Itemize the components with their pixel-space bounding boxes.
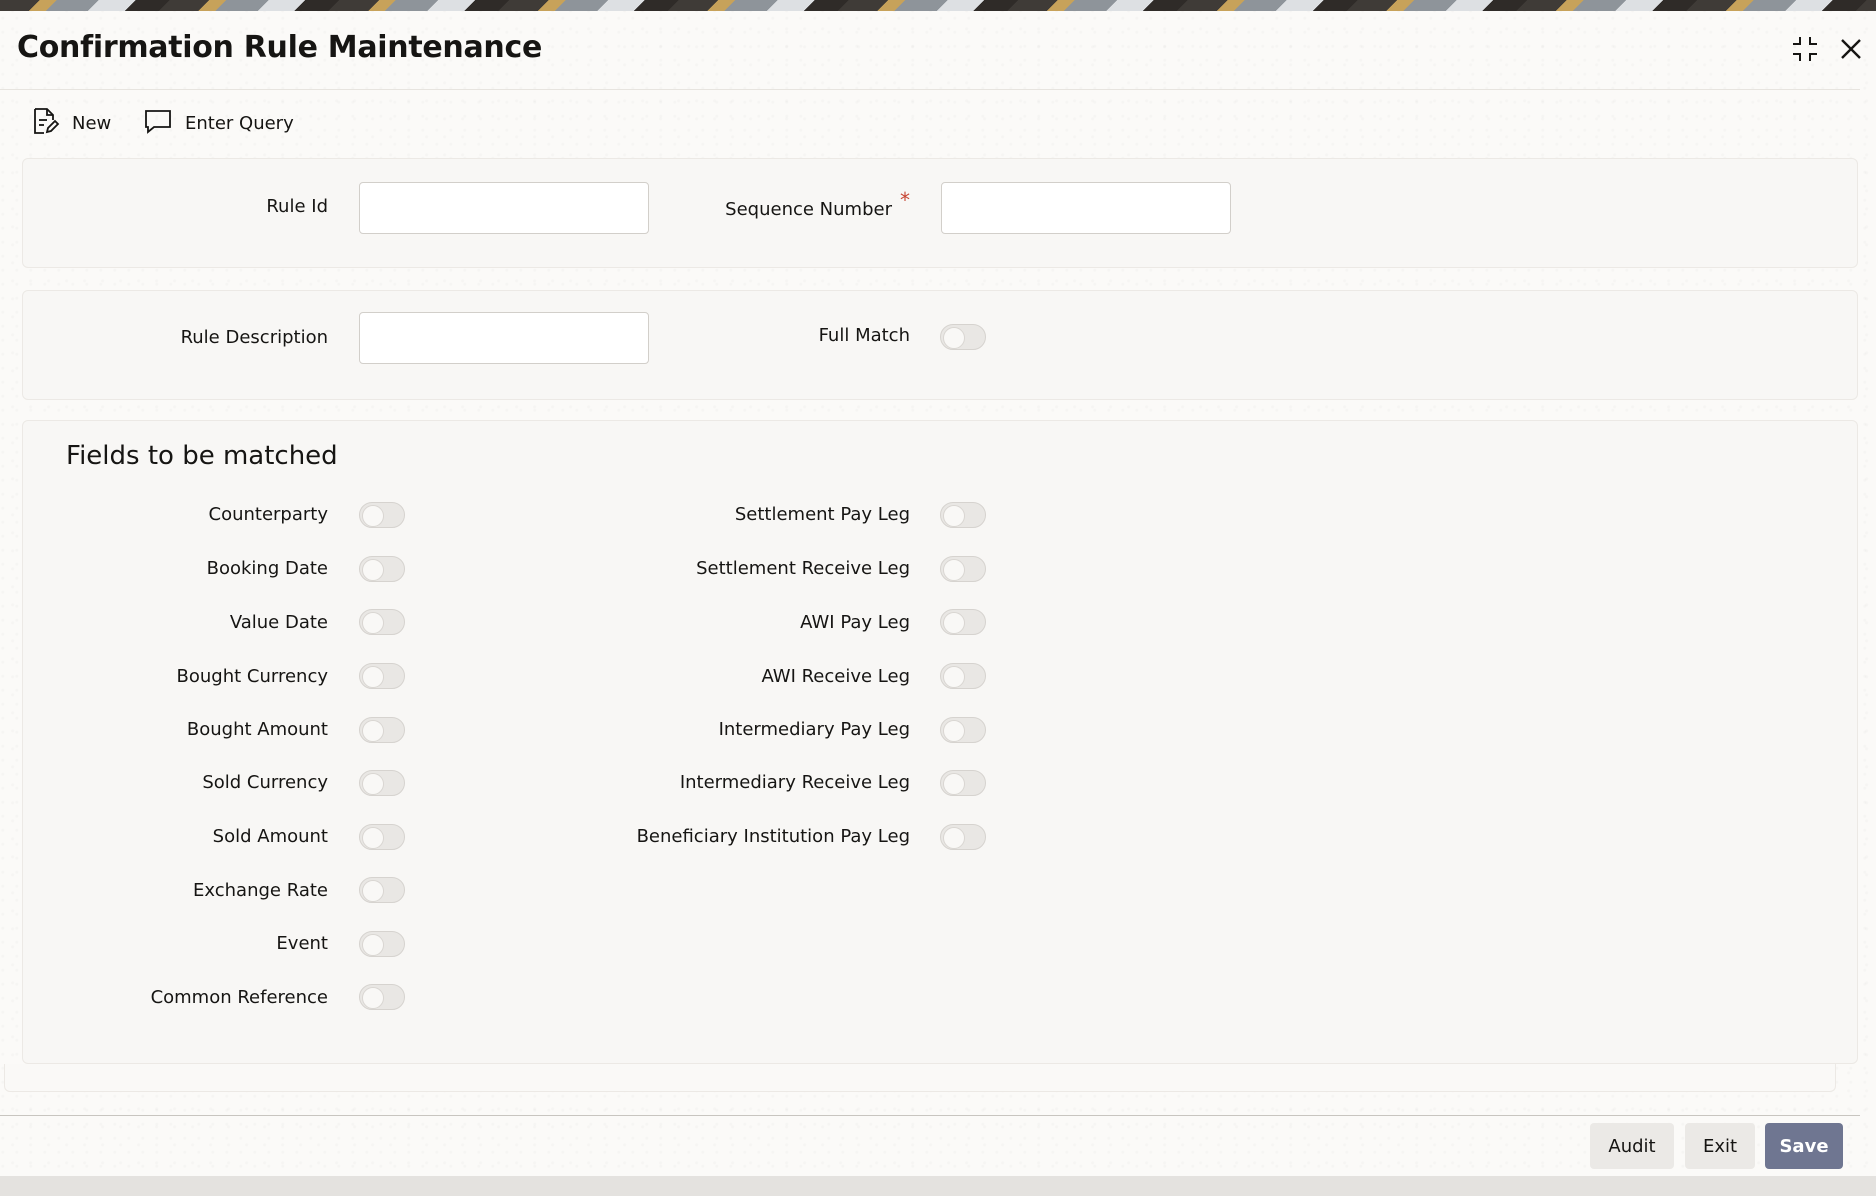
full-match-label: Full Match	[818, 325, 910, 346]
full-match-toggle[interactable]	[940, 324, 986, 350]
sold-amount-label: Sold Amount	[212, 826, 328, 847]
chat-bubble-icon	[143, 106, 185, 141]
required-marker: *	[900, 188, 910, 212]
enter-query-label: Enter Query	[185, 112, 294, 134]
content-bottom-edge	[4, 1064, 1836, 1092]
save-button[interactable]: Save	[1765, 1123, 1843, 1169]
new-document-icon	[30, 106, 72, 141]
value-date-label: Value Date	[229, 612, 328, 633]
bought-currency-toggle[interactable]	[359, 663, 405, 689]
sold-currency-label: Sold Currency	[202, 772, 328, 793]
awi-receive-leg-toggle[interactable]	[940, 663, 986, 689]
exchange-rate-toggle[interactable]	[359, 877, 405, 903]
rule-description-label: Rule Description	[180, 327, 328, 348]
confirmation-rule-window: Confirmation Rule Maintenance New Enter …	[0, 0, 1876, 1196]
bottom-bar	[0, 1176, 1876, 1196]
settlement-pay-leg-toggle[interactable]	[940, 502, 986, 528]
event-label: Event	[276, 933, 328, 954]
common-reference-toggle[interactable]	[359, 984, 405, 1010]
bought-amount-label: Bought Amount	[186, 719, 328, 740]
rule-description-input[interactable]	[359, 312, 649, 364]
sequence-number-input[interactable]	[941, 182, 1231, 234]
page-title: Confirmation Rule Maintenance	[17, 30, 543, 65]
exit-button[interactable]: Exit	[1685, 1123, 1755, 1169]
enter-query-button[interactable]: Enter Query	[143, 106, 294, 140]
beneficiary-institution-pay-leg-toggle[interactable]	[940, 824, 986, 850]
sold-currency-toggle[interactable]	[359, 770, 405, 796]
rule-id-input[interactable]	[359, 182, 649, 234]
header-decoration	[0, 0, 1876, 11]
sequence-number-label: Sequence Number *	[725, 188, 910, 220]
common-reference-label: Common Reference	[150, 987, 328, 1008]
booking-date-toggle[interactable]	[359, 556, 405, 582]
awi-pay-leg-toggle[interactable]	[940, 609, 986, 635]
rule-id-label: Rule Id	[266, 196, 328, 217]
awi-pay-leg-label: AWI Pay Leg	[800, 612, 910, 633]
exchange-rate-label: Exchange Rate	[193, 880, 328, 901]
page: Confirmation Rule Maintenance New Enter …	[0, 0, 1876, 1196]
close-icon[interactable]	[1836, 34, 1866, 64]
new-button[interactable]: New	[30, 106, 111, 140]
intermediary-receive-leg-toggle[interactable]	[940, 770, 986, 796]
beneficiary-institution-pay-leg-label: Beneficiary Institution Pay Leg	[636, 826, 910, 847]
bought-amount-toggle[interactable]	[359, 717, 405, 743]
settlement-receive-leg-label: Settlement Receive Leg	[696, 558, 910, 579]
intermediary-receive-leg-label: Intermediary Receive Leg	[679, 772, 910, 793]
settlement-receive-leg-toggle[interactable]	[940, 556, 986, 582]
header-divider	[0, 89, 1860, 90]
booking-date-label: Booking Date	[206, 558, 328, 579]
event-toggle[interactable]	[359, 931, 405, 957]
section-title: Fields to be matched	[66, 441, 338, 471]
value-date-toggle[interactable]	[359, 609, 405, 635]
footer-divider	[0, 1115, 1860, 1116]
new-label: New	[72, 112, 112, 134]
settlement-pay-leg-label: Settlement Pay Leg	[734, 504, 910, 525]
counterparty-label: Counterparty	[208, 504, 329, 525]
intermediary-pay-leg-toggle[interactable]	[940, 717, 986, 743]
minimize-icon[interactable]	[1790, 34, 1820, 64]
bought-currency-label: Bought Currency	[176, 666, 328, 687]
sequence-number-label-text: Sequence Number	[725, 199, 892, 220]
counterparty-toggle[interactable]	[359, 502, 405, 528]
intermediary-pay-leg-label: Intermediary Pay Leg	[718, 719, 910, 740]
sold-amount-toggle[interactable]	[359, 824, 405, 850]
awi-receive-leg-label: AWI Receive Leg	[761, 666, 910, 687]
audit-button[interactable]: Audit	[1590, 1123, 1674, 1169]
